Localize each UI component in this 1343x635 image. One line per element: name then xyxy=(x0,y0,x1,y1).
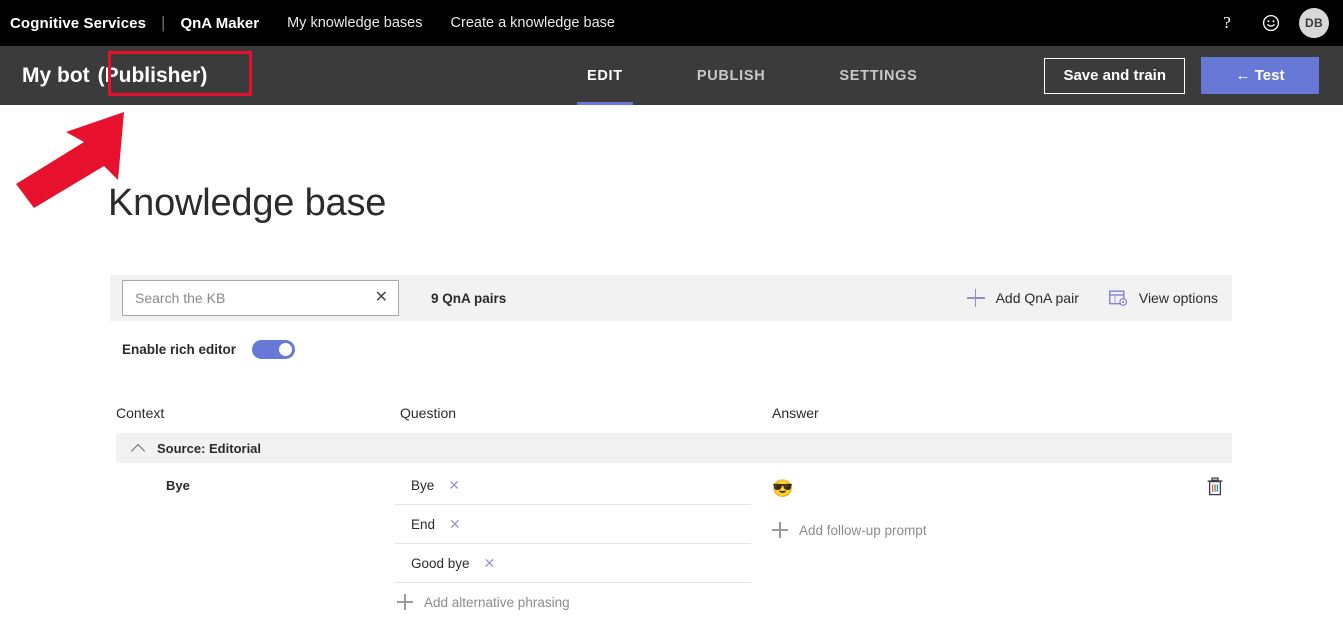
brand-separator: | xyxy=(161,13,166,32)
column-header-context: Context xyxy=(116,405,165,421)
chevron-up-icon xyxy=(132,441,146,455)
avatar[interactable]: DB xyxy=(1299,8,1329,38)
test-button[interactable]: ← Test xyxy=(1201,57,1319,94)
question-cell: Bye ✕ End ✕ Good bye ✕ Add alternative p… xyxy=(395,466,751,610)
toggle-knob xyxy=(279,343,293,356)
top-navigation-bar: Cognitive Services | QnA Maker My knowle… xyxy=(0,0,1343,46)
search-input[interactable] xyxy=(123,289,367,307)
table-settings-icon xyxy=(1109,290,1127,306)
rich-editor-toggle-row: Enable rich editor xyxy=(122,340,296,359)
add-followup-prompt-label: Add follow-up prompt xyxy=(799,522,927,538)
feedback-button[interactable] xyxy=(1249,0,1293,46)
table-column-headers: Context Question Answer xyxy=(116,405,1232,427)
top-navigation-right: ? DB xyxy=(1205,0,1343,46)
view-options-button[interactable]: View options xyxy=(1109,290,1218,307)
nav-link-create-knowledge-base[interactable]: Create a knowledge base xyxy=(451,15,615,31)
help-button[interactable]: ? xyxy=(1205,0,1249,46)
nav-link-my-knowledge-bases[interactable]: My knowledge bases xyxy=(287,15,422,31)
smiley-face-icon xyxy=(1262,14,1280,32)
view-options-label: View options xyxy=(1138,290,1218,306)
kb-publisher: (Publisher) xyxy=(97,63,208,87)
column-header-answer: Answer xyxy=(772,405,819,421)
question-item[interactable]: End ✕ xyxy=(395,505,751,544)
answer-cell[interactable]: 😎 Add follow-up prompt xyxy=(772,480,1172,538)
tab-edit[interactable]: EDIT xyxy=(577,46,633,105)
question-item[interactable]: Good bye ✕ xyxy=(395,544,751,583)
plus-icon xyxy=(772,522,788,538)
question-text: Good bye xyxy=(411,555,470,571)
command-bar: My bot (Publisher) EDIT PUBLISH SETTINGS… xyxy=(0,46,1343,105)
rich-editor-label: Enable rich editor xyxy=(122,342,237,357)
add-followup-prompt-button[interactable]: Add follow-up prompt xyxy=(772,522,1172,538)
trash-icon xyxy=(1207,477,1223,496)
brand-cognitive-services[interactable]: Cognitive Services xyxy=(10,15,146,32)
answer-text: 😎 xyxy=(772,479,794,498)
question-item[interactable]: Bye ✕ xyxy=(395,466,751,505)
qna-pair-count: 9 QnA pairs xyxy=(431,290,507,306)
plus-icon xyxy=(966,289,985,307)
context-cell: Bye xyxy=(166,478,190,493)
tab-bar: EDIT PUBLISH SETTINGS xyxy=(577,46,922,105)
add-alternative-phrasing-button[interactable]: Add alternative phrasing xyxy=(397,594,751,610)
add-qna-pair-label: Add QnA pair xyxy=(995,290,1079,306)
column-header-question: Question xyxy=(400,405,457,421)
kb-name: My bot xyxy=(22,63,90,87)
source-group-label: Source: Editorial xyxy=(157,440,262,456)
page-title: Knowledge base xyxy=(108,182,387,224)
toolbar-actions: Add QnA pair View options xyxy=(966,289,1218,307)
tab-publish[interactable]: PUBLISH xyxy=(693,46,770,105)
add-alternative-phrasing-label: Add alternative phrasing xyxy=(424,594,570,610)
knowledge-base-title: My bot (Publisher) xyxy=(22,46,207,105)
product-qna-maker[interactable]: QnA Maker xyxy=(180,15,259,32)
question-mark-icon: ? xyxy=(1223,13,1231,32)
search-box[interactable]: ✕ xyxy=(122,280,399,316)
add-qna-pair-button[interactable]: Add QnA pair xyxy=(966,289,1079,307)
command-bar-actions: Save and train ← Test xyxy=(1044,46,1343,105)
remove-question-icon[interactable]: ✕ xyxy=(484,556,496,570)
kb-toolbar: ✕ 9 QnA pairs Add QnA pair View options xyxy=(110,275,1232,321)
delete-row-button[interactable] xyxy=(1206,477,1226,499)
save-and-train-button[interactable]: Save and train xyxy=(1044,57,1185,94)
remove-question-icon[interactable]: ✕ xyxy=(448,478,460,492)
question-text: End xyxy=(411,516,436,532)
source-group-header[interactable]: Source: Editorial xyxy=(116,433,1232,463)
clear-search-icon[interactable]: ✕ xyxy=(375,290,388,306)
plus-icon xyxy=(397,594,413,610)
tab-settings[interactable]: SETTINGS xyxy=(835,46,921,105)
rich-editor-toggle[interactable] xyxy=(252,340,296,359)
remove-question-icon[interactable]: ✕ xyxy=(449,517,461,531)
question-text: Bye xyxy=(411,477,435,493)
